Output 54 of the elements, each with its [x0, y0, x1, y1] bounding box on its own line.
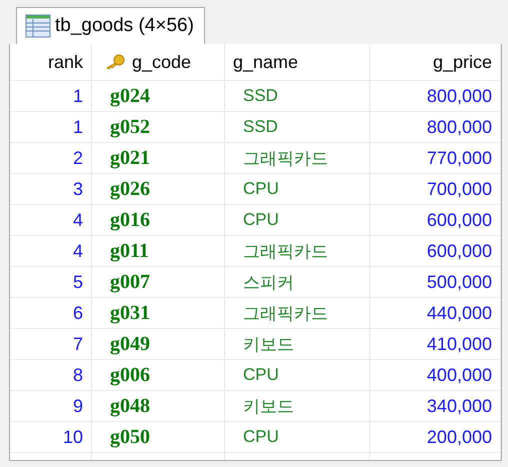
- table-cell: 4: [10, 236, 92, 267]
- table-cell: 440,000: [370, 298, 501, 329]
- table-cell: g050: [92, 422, 225, 453]
- table-cell: g016: [92, 205, 225, 236]
- table-cell: g011: [92, 236, 225, 267]
- table-cell: 340,000: [370, 391, 501, 422]
- table-cell: 700,000: [370, 174, 501, 205]
- table-cell: 키보드: [225, 329, 370, 360]
- table-cell: 그래픽카드: [225, 298, 370, 329]
- table-cell: 10: [10, 422, 92, 453]
- table-cell: 그래픽카드: [225, 143, 370, 174]
- column-header[interactable]: g_name: [225, 44, 370, 81]
- table-cell: 스피커: [225, 267, 370, 298]
- table-cell: 410,000: [370, 329, 501, 360]
- table-cell: 4: [10, 205, 92, 236]
- table-icon: [25, 14, 51, 38]
- table-cell: 200,000: [370, 422, 501, 453]
- table-cell: g031: [92, 298, 225, 329]
- table-cell: 8: [10, 360, 92, 391]
- table-cell: 2: [10, 143, 92, 174]
- table-cell: CPU: [225, 205, 370, 236]
- table-cell: g006: [92, 360, 225, 391]
- table-cell: CPU: [225, 174, 370, 205]
- table-cell: 3: [10, 174, 92, 205]
- table-cell: SSD: [225, 81, 370, 112]
- table-tab[interactable]: tb_goods (4×56): [16, 7, 205, 44]
- table-cell: CPU: [225, 360, 370, 391]
- table-cell: g007: [92, 267, 225, 298]
- table-cell: 키보드: [225, 391, 370, 422]
- table-cell: 9: [10, 391, 92, 422]
- table-cell: 800,000: [370, 112, 501, 143]
- table-cell: g021: [92, 143, 225, 174]
- table-cell: g026: [92, 174, 225, 205]
- table-cell: 1: [10, 81, 92, 112]
- table-cell: 600,000: [370, 205, 501, 236]
- table-cell: 800,000: [370, 81, 501, 112]
- table-cell: 400,000: [370, 360, 501, 391]
- table-cell: 770,000: [370, 143, 501, 174]
- table-cell: SSD: [225, 112, 370, 143]
- table-cell: g024: [92, 81, 225, 112]
- table-cell: 500,000: [370, 267, 501, 298]
- table-cell: 600,000: [370, 236, 501, 267]
- table-cell: CPU: [225, 422, 370, 453]
- column-header[interactable]: rank: [10, 44, 92, 81]
- column-header[interactable]: g_code: [92, 44, 225, 81]
- table-cell: 7: [10, 329, 92, 360]
- table-cell: g049: [92, 329, 225, 360]
- table-cell: g048: [92, 391, 225, 422]
- table-cell: 1: [10, 112, 92, 143]
- table-cell: 6: [10, 298, 92, 329]
- column-header[interactable]: g_price: [370, 44, 501, 81]
- table-cell: 그래픽카드: [225, 236, 370, 267]
- table-cell: g052: [92, 112, 225, 143]
- table-cell: 5: [10, 267, 92, 298]
